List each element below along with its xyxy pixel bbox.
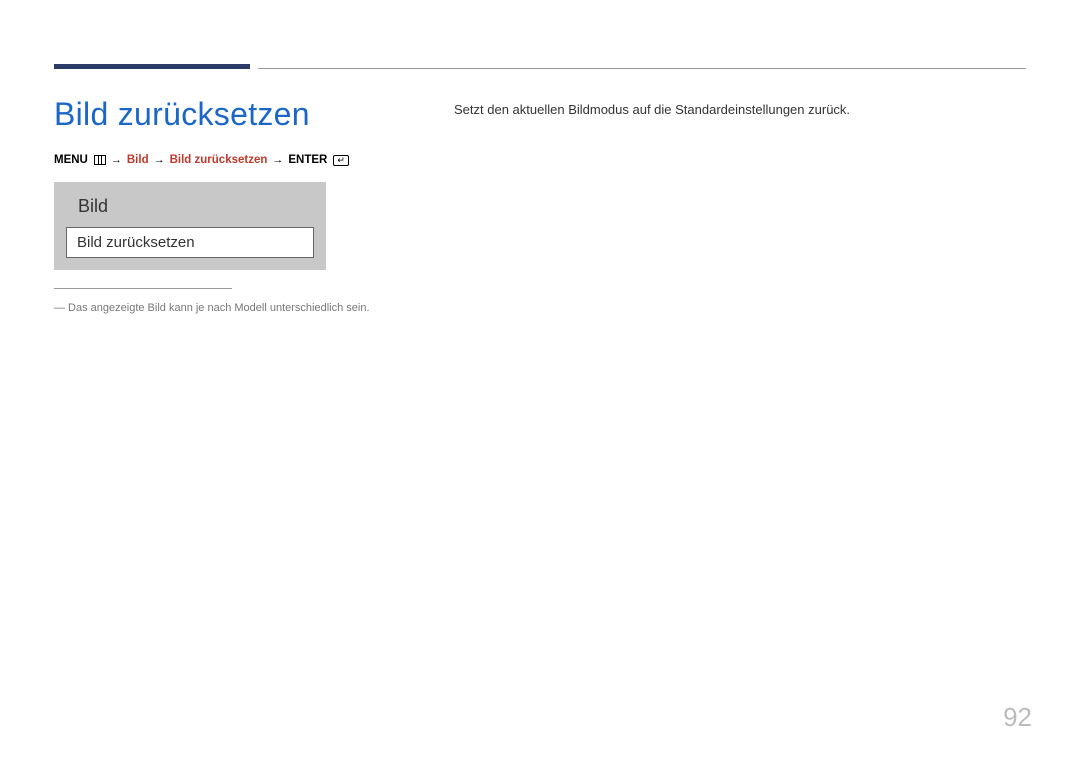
footnote-text: ― Das angezeigte Bild kann je nach Model… (54, 302, 370, 314)
page-number: 92 (1003, 702, 1032, 733)
enter-icon (333, 155, 349, 166)
footnote-rule (54, 288, 232, 289)
menu-icon (94, 155, 106, 165)
menu-box: Bild Bild zurücksetzen (54, 182, 326, 270)
description-text: Setzt den aktuellen Bildmodus auf die St… (454, 102, 850, 117)
breadcrumb: MENU → Bild → Bild zurücksetzen → ENTER (54, 154, 349, 166)
breadcrumb-menu-label: MENU (54, 154, 88, 166)
breadcrumb-arrow: → (272, 154, 283, 166)
breadcrumb-arrow: → (111, 154, 122, 166)
breadcrumb-item: Bild (127, 154, 149, 166)
top-rule (258, 68, 1026, 69)
breadcrumb-item: Bild zurücksetzen (170, 154, 268, 166)
breadcrumb-arrow: → (154, 154, 165, 166)
breadcrumb-enter-label: ENTER (288, 154, 327, 166)
page-heading: Bild zurücksetzen (54, 96, 310, 133)
menu-box-item[interactable]: Bild zurücksetzen (66, 227, 314, 258)
accent-bar (54, 64, 250, 69)
menu-box-title: Bild (62, 196, 318, 227)
